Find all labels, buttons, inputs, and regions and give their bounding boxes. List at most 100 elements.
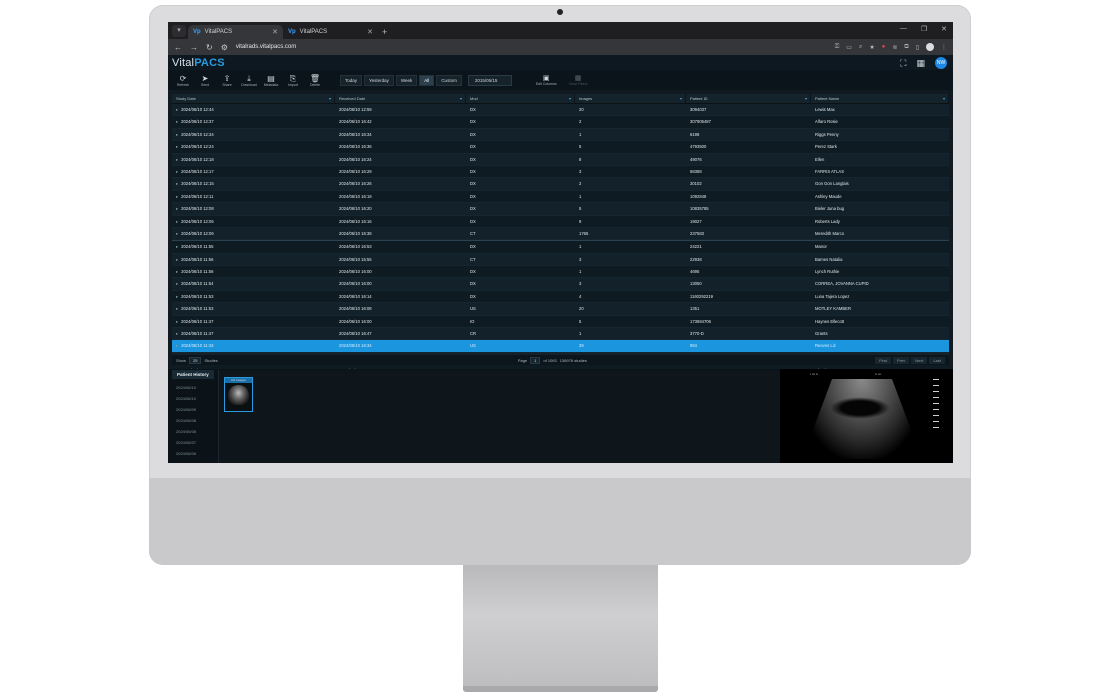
series-thumbnail[interactable]: US Images bbox=[224, 377, 253, 412]
expand-row-icon[interactable]: ▸ bbox=[176, 257, 178, 262]
table-row[interactable]: ▸ 2024/06/10 12:44 2024/06/10 12:59 DX 20 309… bbox=[172, 104, 949, 117]
vitalpacs-logo[interactable]: VitalPACS bbox=[172, 57, 225, 69]
send-button[interactable]: ➤ Send bbox=[194, 74, 216, 87]
new-tab-icon[interactable]: + bbox=[382, 27, 387, 37]
restore-icon[interactable]: ❐ bbox=[921, 25, 927, 33]
refresh-button[interactable]: ⟳ Refresh bbox=[172, 74, 194, 87]
expand-row-icon[interactable]: ▸ bbox=[176, 319, 178, 324]
filter-funnel-icon[interactable]: ▾ bbox=[460, 94, 462, 103]
expand-row-icon[interactable]: ▸ bbox=[176, 343, 178, 348]
table-row[interactable]: ▸ 2024/06/10 12:08 2024/06/10 16:20 DX 5 1083… bbox=[172, 203, 949, 216]
expand-row-icon[interactable]: ▸ bbox=[176, 306, 178, 311]
minimize-icon[interactable]: — bbox=[900, 25, 907, 33]
image-preview-viewer[interactable]: ▪ ▪▪▪ ▪▪ ▪▪ ▪▪▪ bbox=[780, 369, 953, 463]
history-item[interactable]: 2024/06/10 bbox=[172, 393, 214, 404]
expand-row-icon[interactable]: ▸ bbox=[176, 231, 178, 236]
patient-history-tab[interactable]: Patient History bbox=[172, 370, 214, 379]
expand-row-icon[interactable]: ▸ bbox=[176, 157, 178, 162]
extension-vpn-icon[interactable]: ≋ bbox=[892, 44, 897, 51]
password-key-icon[interactable]: ⚿ bbox=[835, 44, 840, 51]
zoom-icon[interactable]: ⌕ bbox=[859, 44, 862, 51]
filter-today[interactable]: Today bbox=[340, 74, 363, 86]
history-item[interactable]: 2024/06/09 bbox=[172, 404, 214, 415]
browser-tab-1[interactable]: Vp VitalPACS ✕ bbox=[188, 25, 283, 39]
filter-funnel-icon[interactable]: ▾ bbox=[943, 94, 945, 103]
table-row[interactable]: ▸ 2024/06/10 12:37 2024/06/10 16:42 DX 2 3079… bbox=[172, 116, 949, 129]
column-header-patient-id[interactable]: Patient ID ▾ bbox=[686, 94, 811, 103]
column-header-images[interactable]: Images ▾ bbox=[575, 94, 686, 103]
table-row[interactable]: ▸ 2024/06/10 11:47 2024/06/10 16:47 CR 1 3770… bbox=[172, 328, 949, 341]
clear-filters-button[interactable]: ▦ Clear Filters bbox=[569, 74, 588, 86]
expand-row-icon[interactable]: ▸ bbox=[176, 219, 178, 224]
grid-layout-icon[interactable]: ▦ bbox=[916, 58, 925, 69]
table-row[interactable]: ▸ 2024/06/10 12:17 2024/06/10 16:29 DX 3 6838… bbox=[172, 165, 949, 179]
history-item[interactable]: 2024/06/08 bbox=[172, 426, 214, 437]
expand-row-icon[interactable]: ▸ bbox=[176, 294, 178, 299]
expand-row-icon[interactable]: ▸ bbox=[176, 244, 178, 249]
filter-funnel-icon[interactable]: ▾ bbox=[569, 94, 571, 103]
expand-row-icon[interactable]: ▸ bbox=[176, 206, 178, 211]
table-row[interactable]: ▸ 2024/06/10 12:18 2024/06/10 16:24 DX 8 4907… bbox=[172, 153, 949, 166]
sidebar-icon[interactable]: ▯ bbox=[916, 44, 919, 51]
table-row[interactable]: ▸ 2024/06/10 12:15 2024/06/10 16:26 DX 2 3010… bbox=[172, 178, 949, 191]
last-page-button[interactable]: Last bbox=[929, 356, 945, 364]
next-page-button[interactable]: Next bbox=[911, 356, 928, 364]
extensions-puzzle-icon[interactable]: ⧉ bbox=[904, 44, 908, 51]
browser-tab-2[interactable]: Vp VitalPACS ✕ bbox=[283, 25, 378, 39]
table-row[interactable]: ▸ 2024/06/10 11:55 2024/06/10 16:53 DX 1 2422… bbox=[172, 240, 949, 254]
column-header-patient-name[interactable]: Patient Name ▾ bbox=[811, 94, 949, 103]
back-icon[interactable]: ← bbox=[174, 43, 182, 52]
expand-row-icon[interactable]: ▸ bbox=[176, 132, 178, 137]
expand-row-icon[interactable]: ▸ bbox=[176, 181, 178, 186]
filter-yesterday[interactable]: Yesterday bbox=[364, 74, 394, 86]
extension-icon[interactable]: ● bbox=[882, 44, 886, 50]
table-row[interactable]: ▸ 2024/06/10 12:06 2024/06/10 16:38 CT 1765 2… bbox=[172, 227, 949, 241]
filter-funnel-icon[interactable]: ▾ bbox=[329, 94, 331, 103]
table-row[interactable]: ▸ 2024/06/10 12:24 2024/06/10 16:36 DX 5 4793… bbox=[172, 141, 949, 154]
url-field[interactable]: vitalrads.vitalpacs.com bbox=[236, 44, 827, 50]
edit-columns-button[interactable]: ▣ Edit Columns bbox=[536, 74, 557, 86]
column-header-study-date[interactable]: Study Date ▾ bbox=[172, 94, 335, 103]
table-row[interactable]: ▸ 2024/06/10 11:47 2024/06/10 16:00 IO 5 1736… bbox=[172, 315, 949, 329]
page-number-input[interactable]: 1 bbox=[530, 356, 541, 364]
expand-row-icon[interactable]: ▸ bbox=[176, 107, 178, 112]
fullscreen-icon[interactable]: ⛶ bbox=[900, 58, 906, 69]
download-button[interactable]: ⤓ Download bbox=[238, 74, 260, 87]
forward-icon[interactable]: → bbox=[190, 43, 198, 52]
expand-row-icon[interactable]: ▸ bbox=[176, 281, 178, 286]
expand-row-icon[interactable]: ▸ bbox=[176, 269, 178, 274]
import-button[interactable]: ⎘ Import bbox=[282, 74, 304, 87]
date-input[interactable]: 2015/05/15 bbox=[467, 74, 512, 86]
table-row[interactable]: ▸ 2024/06/10 11:53 2024/06/10 16:08 US 20 135… bbox=[172, 303, 949, 316]
history-item[interactable]: 2024/06/10 bbox=[172, 382, 214, 393]
expand-row-icon[interactable]: ▸ bbox=[176, 119, 178, 124]
share-button[interactable]: ⇪ Share bbox=[216, 74, 238, 87]
expand-row-icon[interactable]: ▸ bbox=[176, 331, 178, 336]
column-header-received-date[interactable]: Received Date ▾ bbox=[335, 94, 466, 103]
reload-icon[interactable]: ↻ bbox=[206, 43, 213, 52]
filter-funnel-icon[interactable]: ▾ bbox=[680, 94, 682, 103]
table-row[interactable]: ▸ 2024/06/10 11:54 2024/06/10 16:00 DX 3 1305… bbox=[172, 278, 949, 291]
close-tab-icon[interactable]: ✕ bbox=[367, 28, 373, 36]
page-size-select[interactable]: 25 bbox=[189, 356, 202, 364]
table-row[interactable]: ▸ 2024/06/10 11:56 2024/06/10 16:00 DX 1 4695… bbox=[172, 266, 949, 279]
tab-search-button[interactable]: ▾ bbox=[172, 25, 186, 37]
history-item[interactable]: 2024/06/06 bbox=[172, 448, 214, 459]
table-row[interactable]: ▸ 2024/06/10 12:34 2024/06/10 16:34 DX 1 6198… bbox=[172, 128, 949, 142]
table-row[interactable]: ▸ 2024/06/10 12:05 2024/06/10 16:16 DX 9 1902… bbox=[172, 215, 949, 228]
filter-funnel-icon[interactable]: ▾ bbox=[805, 94, 807, 103]
history-item[interactable]: 2024/06/08 bbox=[172, 415, 214, 426]
prev-page-button[interactable]: Prev bbox=[892, 356, 910, 364]
delete-button[interactable]: 🗑 Delete bbox=[304, 74, 326, 87]
expand-row-icon[interactable]: ▸ bbox=[176, 169, 178, 174]
table-row[interactable]: ▸ 2024/06/10 11:53 2024/06/10 16:14 DX 4 1160… bbox=[172, 290, 949, 304]
close-window-icon[interactable]: ✕ bbox=[941, 25, 947, 33]
column-header-mod[interactable]: Mod ▾ bbox=[466, 94, 575, 103]
filter-week[interactable]: Week bbox=[395, 74, 418, 86]
filter-all[interactable]: All bbox=[419, 74, 435, 86]
profile-avatar[interactable] bbox=[926, 43, 934, 51]
expand-row-icon[interactable]: ▸ bbox=[176, 144, 178, 149]
site-info-icon[interactable]: ⚙ bbox=[221, 43, 228, 52]
table-row[interactable]: ▸ 2024/06/10 12:11 2024/06/10 16:19 DX 1 1092… bbox=[172, 190, 949, 204]
first-page-button[interactable]: First bbox=[875, 356, 891, 364]
